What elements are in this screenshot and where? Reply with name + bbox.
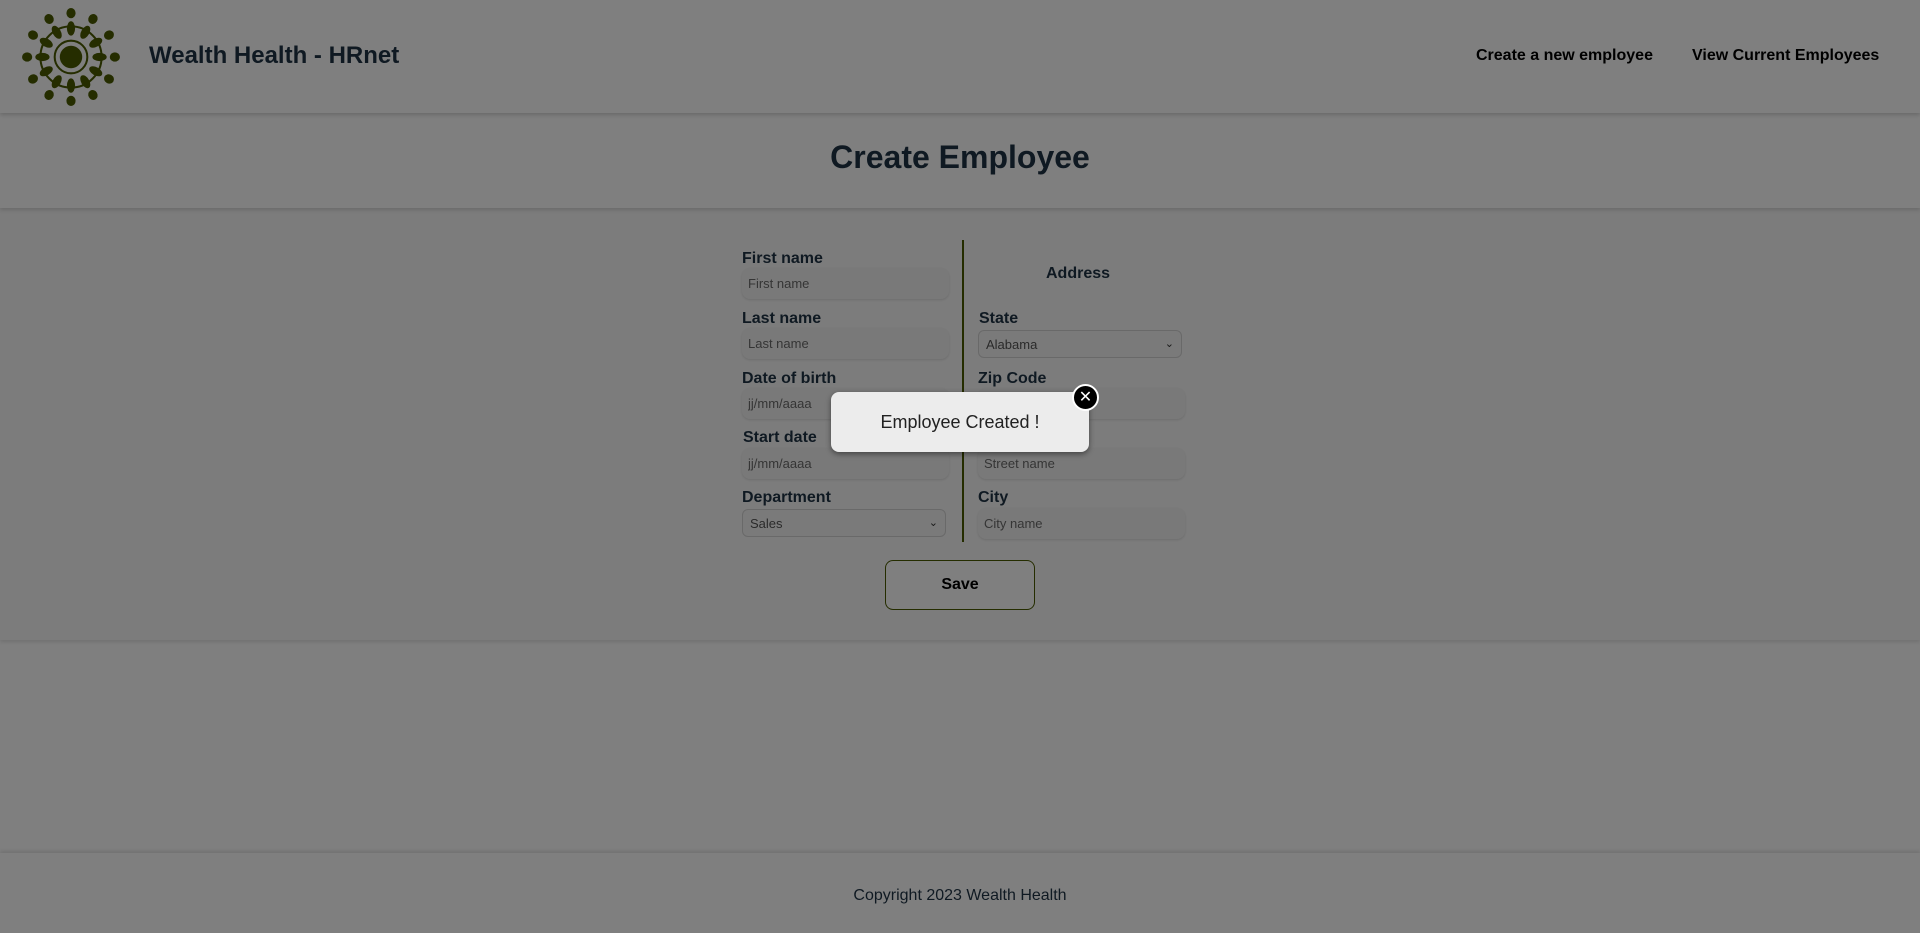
modal-message: Employee Created ! — [880, 412, 1040, 432]
modal-overlay[interactable] — [0, 0, 1920, 933]
close-icon[interactable]: ✕ — [1072, 384, 1099, 411]
confirmation-modal: Employee Created ! ✕ — [831, 384, 1099, 452]
